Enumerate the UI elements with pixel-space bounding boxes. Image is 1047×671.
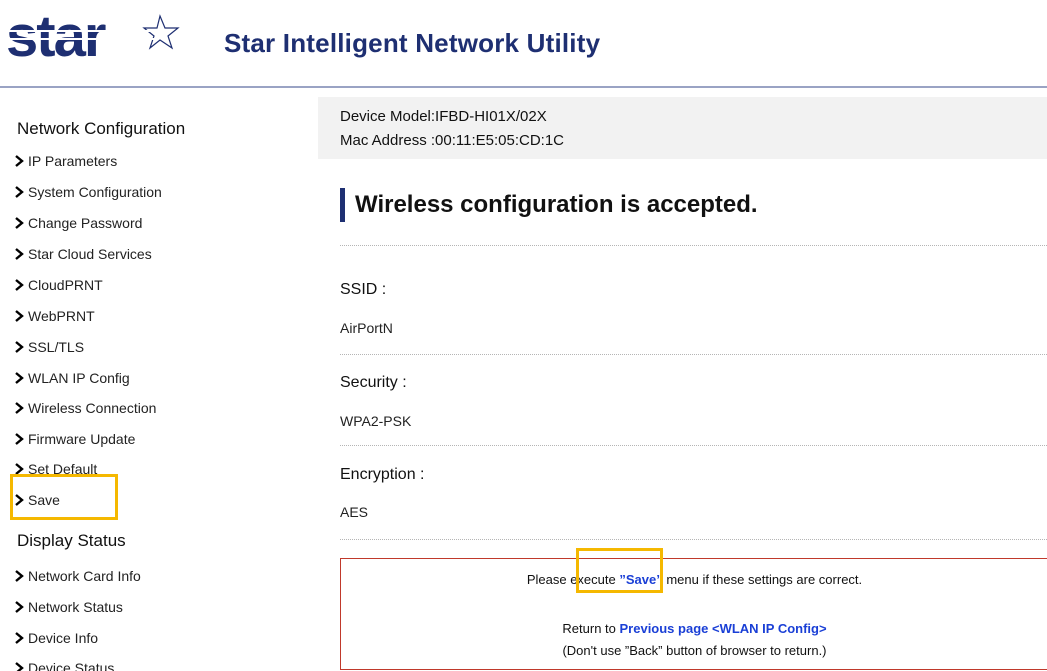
back-button-warning: (Don't use ”Back” button of browser to r… (562, 643, 827, 658)
sidebar-item-ssl-tls[interactable]: SSL/TLS (14, 334, 84, 360)
sidebar-item-label: Firmware Update (28, 431, 136, 447)
chevron-right-icon (14, 217, 24, 229)
security-value: WPA2-PSK (340, 413, 412, 429)
device-info-panel: Device Model:IFBD-HI01X/02X Mac Address … (318, 97, 1047, 159)
return-notice: Return to Previous page <WLAN IP Config> (341, 621, 1047, 636)
notice-box: Please execute ”Save” menu if these sett… (340, 558, 1047, 670)
encryption-label: Encryption : (340, 466, 425, 483)
device-model: Device Model:IFBD-HI01X/02X (340, 108, 547, 125)
sidebar: Network Configuration IP Parameters Syst… (0, 88, 318, 671)
sidebar-item-label: Network Status (28, 599, 123, 615)
previous-page-link[interactable]: Previous page <WLAN IP Config> (620, 621, 827, 636)
save-notice: Please execute ”Save” menu if these sett… (341, 572, 1047, 587)
notice-text: Return to (562, 621, 620, 636)
sidebar-item-label: SSL/TLS (28, 339, 85, 355)
sidebar-item-star-cloud-services[interactable]: Star Cloud Services (14, 241, 152, 267)
chevron-right-icon (14, 310, 24, 322)
app-header: star Star Intelligent Network Utility (0, 0, 1047, 88)
save-link[interactable]: ”Save” (619, 572, 662, 587)
chevron-right-icon (14, 433, 24, 445)
sidebar-item-firmware-update[interactable]: Firmware Update (14, 426, 135, 452)
page-title-text: Wireless configuration is accepted. (355, 191, 758, 218)
divider (340, 445, 1047, 446)
notice-text: Please execute (526, 572, 620, 587)
sidebar-item-device-status[interactable]: Device Status (14, 655, 114, 671)
chevron-right-icon (14, 248, 24, 260)
sidebar-item-label: Change Password (28, 215, 143, 231)
divider (340, 539, 1047, 540)
divider (340, 354, 1047, 355)
sidebar-item-cloudprnt[interactable]: CloudPRNT (14, 272, 103, 298)
sidebar-item-device-info[interactable]: Device Info (14, 625, 98, 651)
sidebar-item-system-configuration[interactable]: System Configuration (14, 179, 162, 205)
sidebar-item-label: Save (28, 492, 60, 508)
page-title: Wireless configuration is accepted. (340, 186, 758, 224)
chevron-right-icon (14, 372, 24, 384)
chevron-right-icon (14, 601, 24, 613)
divider (340, 245, 1047, 246)
sidebar-item-label: Star Cloud Services (28, 246, 152, 262)
sidebar-item-wireless-connection[interactable]: Wireless Connection (14, 395, 156, 421)
encryption-value: AES (340, 504, 369, 520)
sidebar-item-network-card-info[interactable]: Network Card Info (14, 563, 141, 589)
chevron-right-icon (14, 402, 24, 414)
heading-accent-bar (340, 188, 345, 222)
ssid-value: AirPortN (340, 320, 393, 336)
chevron-right-icon (14, 632, 24, 644)
section-title-network-configuration: Network Configuration (17, 119, 186, 138)
main-content: Device Model:IFBD-HI01X/02X Mac Address … (318, 88, 1047, 671)
sidebar-item-label: Network Card Info (28, 568, 141, 584)
sidebar-item-label: System Configuration (28, 184, 162, 200)
mac-address: Mac Address :00:11:E5:05:CD:1C (340, 132, 565, 149)
sidebar-item-ip-parameters[interactable]: IP Parameters (14, 148, 117, 174)
chevron-right-icon (14, 662, 24, 671)
sidebar-item-set-default[interactable]: Set Default (14, 456, 97, 482)
notice-text: menu if these settings are correct. (662, 572, 863, 587)
sidebar-item-label: WebPRNT (28, 308, 95, 324)
sidebar-item-label: Device Info (28, 630, 99, 646)
sidebar-item-label: IP Parameters (28, 153, 118, 169)
chevron-right-icon (14, 463, 24, 475)
section-title-display-status: Display Status (17, 531, 126, 550)
chevron-right-icon (14, 155, 24, 167)
sidebar-item-label: WLAN IP Config (28, 370, 130, 386)
sidebar-item-label: CloudPRNT (28, 277, 103, 293)
chevron-right-icon (14, 494, 24, 506)
ssid-label: SSID : (340, 281, 387, 298)
sidebar-item-wlan-ip-config[interactable]: WLAN IP Config (14, 365, 130, 391)
chevron-right-icon (14, 570, 24, 582)
sidebar-item-save[interactable]: Save (14, 487, 60, 513)
app-title: Star Intelligent Network Utility (224, 28, 601, 58)
sidebar-item-label: Wireless Connection (28, 400, 157, 416)
security-label: Security : (340, 374, 407, 391)
star-logo: star (6, 8, 180, 68)
chevron-right-icon (14, 341, 24, 353)
sidebar-item-label: Device Status (28, 660, 115, 671)
chevron-right-icon (14, 186, 24, 198)
chevron-right-icon (14, 279, 24, 291)
sidebar-item-label: Set Default (28, 461, 98, 477)
sidebar-item-webprnt[interactable]: WebPRNT (14, 303, 95, 329)
sidebar-item-change-password[interactable]: Change Password (14, 210, 142, 236)
sidebar-item-network-status[interactable]: Network Status (14, 594, 123, 620)
